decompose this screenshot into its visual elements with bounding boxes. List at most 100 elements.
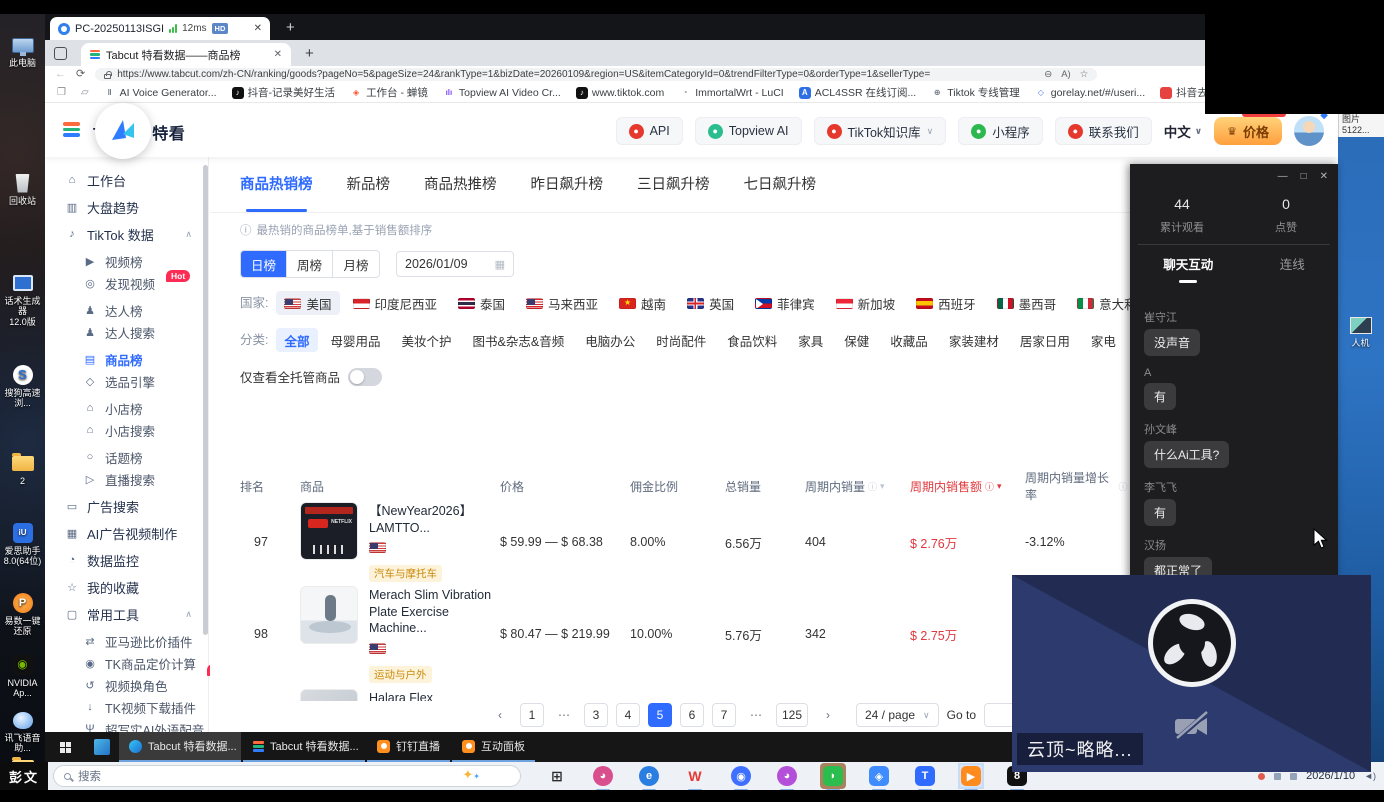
nav-chip-Topview AI[interactable]: ●Topview AI xyxy=(695,117,802,145)
browser-tab[interactable]: Tabcut 特看数据——商品榜 ✕ xyxy=(81,43,291,66)
sidebar-scrollbar[interactable] xyxy=(203,165,208,635)
category-家装建材[interactable]: 家装建材 xyxy=(941,328,1007,352)
tray-icon[interactable] xyxy=(1258,773,1265,780)
remote-tab-close-icon[interactable]: ✕ xyxy=(254,23,262,34)
taskbar-task-Tabcut 特看数据...[interactable]: Tabcut 特看数据... xyxy=(119,732,241,762)
bookmark-item[interactable]: ◈工作台 - 蝉镜 xyxy=(350,85,428,100)
remote-session-tab[interactable]: PC-20250113ISGI 12ms HD ✕ xyxy=(50,17,270,40)
pinned-app-icon[interactable] xyxy=(85,732,119,762)
price-button[interactable]: ♛价格 xyxy=(1214,117,1282,145)
page-button-4[interactable]: 4 xyxy=(616,703,640,727)
tray-icon[interactable] xyxy=(1274,773,1281,780)
category-食品饮料[interactable]: 食品饮料 xyxy=(719,328,785,352)
sidebar-item-亚马逊比价插件[interactable]: ⇄亚马逊比价插件 xyxy=(45,630,208,652)
column-header-周期内销售额[interactable]: 周期内销售额ⓘ▾ xyxy=(910,478,1025,495)
country-sg[interactable]: 新加坡 xyxy=(828,291,904,315)
sidebar-item-数据监控[interactable]: ◔数据监控 xyxy=(45,549,208,571)
country-my[interactable]: 马来西亚 xyxy=(518,291,606,315)
app-hub-icon[interactable]: ◉ xyxy=(729,764,753,788)
prev-page-button[interactable]: ‹ xyxy=(488,703,512,727)
nav-chip-API[interactable]: ●API xyxy=(616,117,683,145)
quark-icon[interactable]: ◈ xyxy=(867,764,891,788)
country-mx[interactable]: 墨西哥 xyxy=(989,291,1065,315)
wps-icon[interactable]: W xyxy=(683,764,707,788)
tab-三日飙升榜[interactable]: 三日飙升榜 xyxy=(637,173,710,212)
country-vn[interactable]: 越南 xyxy=(611,291,674,315)
bookmark-item[interactable]: ⊕Tiktok 专线管理 xyxy=(931,85,1020,100)
tabcut-floating-logo[interactable] xyxy=(95,103,151,159)
sidebar-item-视频换角色[interactable]: ↺视频换角色 xyxy=(45,674,208,696)
bookmark-item[interactable]: AACL4SSR 在线订阅... xyxy=(799,85,917,100)
column-header-周期内销量[interactable]: 周期内销量ⓘ▾ xyxy=(805,478,910,495)
category-保健[interactable]: 保健 xyxy=(836,328,877,352)
sidebar-item-话题榜[interactable]: ○话题榜 xyxy=(45,446,208,468)
category-电脑办公[interactable]: 电脑办公 xyxy=(577,328,643,352)
minimize-icon[interactable]: — xyxy=(1278,171,1288,182)
copilot-sparkle-icon[interactable]: ✦✦ xyxy=(462,767,480,783)
page-button-3[interactable]: 3 xyxy=(584,703,608,727)
language-select[interactable]: 中文∨ xyxy=(1164,121,1202,141)
sidebar-item-常用工具[interactable]: ▢常用工具∧ xyxy=(45,603,208,625)
avatar[interactable]: ◆ xyxy=(1294,116,1324,146)
zoom-icon[interactable]: ⊖ xyxy=(1044,69,1052,80)
page-button-1[interactable]: 1 xyxy=(520,703,544,727)
sidebar-item-TK视频下载插件[interactable]: ↓TK视频下载插件 xyxy=(45,696,208,718)
desktop-icon-回收站[interactable]: 回收站 xyxy=(1,172,44,206)
back-icon[interactable]: ← xyxy=(55,69,66,80)
sidebar-item-发现视频[interactable]: ◎发现视频Hot xyxy=(45,272,208,294)
category-收藏品[interactable]: 收藏品 xyxy=(882,328,936,352)
category-家电[interactable]: 家电 xyxy=(1083,328,1124,352)
sidebar-item-小店榜[interactable]: ⌂小店榜 xyxy=(45,397,208,419)
desktop-icon-易数一键还原[interactable]: P易数一键还原 xyxy=(1,592,44,637)
sidebar-item-直播搜索[interactable]: ▷直播搜索 xyxy=(45,468,208,490)
nav-chip-小程序[interactable]: ●小程序 xyxy=(958,117,1043,145)
category-家具[interactable]: 家具 xyxy=(790,328,831,352)
sidebar-item-达人搜索[interactable]: ♟达人搜索 xyxy=(45,321,208,343)
date-picker[interactable]: 2026/01/09 ▦ xyxy=(396,251,514,277)
bookmark-item[interactable]: ılıTopview AI Video Cr... xyxy=(443,85,561,100)
next-page-button[interactable]: › xyxy=(816,703,840,727)
tab-商品热销榜[interactable]: 商品热销榜 xyxy=(240,173,313,212)
edge-icon[interactable]: e xyxy=(637,764,661,788)
sidebar-item-商品榜[interactable]: ▤商品榜 xyxy=(45,348,208,370)
category-时尚配件[interactable]: 时尚配件 xyxy=(648,328,714,352)
desktop-icon-爱思助手[interactable]: iU爱思助手 8.0(64位) xyxy=(1,522,44,567)
favorite-star-icon[interactable]: ☆ xyxy=(1080,69,1089,80)
category-图书&杂志&音频[interactable]: 图书&杂志&音频 xyxy=(465,328,573,352)
tab-昨日飙升榜[interactable]: 昨日飙升榜 xyxy=(531,173,604,212)
category-美妆个护[interactable]: 美妆个护 xyxy=(394,328,460,352)
taskbar-task-钉钉直播[interactable]: 钉钉直播 xyxy=(367,732,450,762)
tray-icon[interactable] xyxy=(1290,773,1297,780)
tab-close-icon[interactable]: ✕ xyxy=(274,49,282,60)
taskbar-task-互动面板[interactable]: 互动面板 xyxy=(452,732,535,762)
maximize-icon[interactable]: □ xyxy=(1301,171,1307,182)
sidebar-item-TikTok 数据[interactable]: ♪TikTok 数据∧ xyxy=(45,223,208,245)
video-app-icon[interactable]: ◕ xyxy=(591,764,615,788)
tab-七日飙升榜[interactable]: 七日飙升榜 xyxy=(744,173,817,212)
page-button-125[interactable]: 125 xyxy=(776,703,808,727)
bookmark-item[interactable]: ◇gorelay.net/#/useri... xyxy=(1035,85,1145,100)
category-居家日用[interactable]: 居家日用 xyxy=(1012,328,1078,352)
sidebar-item-我的收藏[interactable]: ☆我的收藏 xyxy=(45,576,208,598)
tab-新品榜[interactable]: 新品榜 xyxy=(347,173,391,212)
browser-new-tab-button[interactable]: + xyxy=(305,45,314,62)
desktop-icon-搜狗高速浏...[interactable]: S搜狗高速浏... xyxy=(1,364,44,409)
taskbar-task-Tabcut 特看数据...[interactable]: Tabcut 特看数据... xyxy=(243,732,365,762)
page-button-5[interactable]: 5 xyxy=(648,703,672,727)
sidebar-item-选品引擎[interactable]: ◇选品引擎 xyxy=(45,370,208,392)
period-tab-月榜[interactable]: 月榜 xyxy=(333,251,379,277)
nav-chip-联系我们[interactable]: ●联系我们 xyxy=(1055,117,1152,145)
chat-tab-聊天互动[interactable]: 聊天互动 xyxy=(1163,254,1213,283)
sidebar-toggle-icon[interactable]: ❐ xyxy=(57,87,66,98)
chat-tab-连线[interactable]: 连线 xyxy=(1280,254,1305,283)
nav-chip-TikTok知识库[interactable]: ●TikTok知识库∨ xyxy=(814,117,947,145)
read-aloud-icon[interactable]: A) xyxy=(1061,69,1071,80)
desktop-icon-NVIDIA Ap...[interactable]: ◉NVIDIA Ap... xyxy=(1,654,44,699)
tab-商品热推榜[interactable]: 商品热推榜 xyxy=(424,173,497,212)
category-全部[interactable]: 全部 xyxy=(276,328,317,352)
tab-search-icon[interactable] xyxy=(54,47,67,60)
sidebar-item-AI广告视频制作[interactable]: ▦AI广告视频制作 xyxy=(45,522,208,544)
address-bar[interactable]: https://www.tabcut.com/zh-CN/ranking/goo… xyxy=(95,68,1097,81)
country-id[interactable]: 印度尼西亚 xyxy=(345,291,446,315)
country-us[interactable]: 美国 xyxy=(276,291,339,315)
